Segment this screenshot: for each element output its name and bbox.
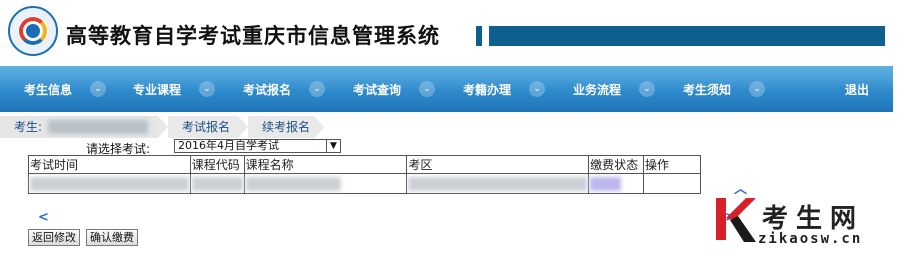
watermark-k-logo-icon bbox=[716, 198, 756, 242]
nav-item-process[interactable]: 业务流程 bbox=[573, 81, 621, 98]
nav-item-student-info[interactable]: 考生信息 bbox=[24, 81, 72, 98]
scroll-left-icon[interactable]: < bbox=[38, 210, 49, 225]
header-accent-bar bbox=[489, 26, 885, 46]
chevron-down-icon[interactable]: ⌄ bbox=[419, 81, 435, 97]
exam-select[interactable]: 2016年4月自学考试 ▼ bbox=[174, 139, 341, 153]
nav-item-registration[interactable]: 考试报名 bbox=[243, 81, 291, 98]
chevron-down-icon[interactable]: ⌄ bbox=[529, 81, 545, 97]
nav-item-query[interactable]: 考试查询 bbox=[353, 81, 401, 98]
back-edit-button[interactable]: 返回修改 bbox=[28, 229, 80, 246]
horizontal-scrollbar[interactable]: < > bbox=[28, 210, 736, 225]
logo bbox=[8, 6, 58, 56]
chevron-down-icon[interactable]: ⌄ bbox=[639, 81, 655, 97]
column-header: 考试时间 bbox=[28, 155, 191, 174]
chevron-down-icon[interactable]: ▼ bbox=[326, 140, 340, 152]
confirm-payment-button[interactable]: 确认缴费 bbox=[86, 229, 138, 246]
redacted-status-cell bbox=[588, 173, 645, 194]
chevron-down-icon[interactable]: ⌄ bbox=[749, 81, 765, 97]
table-row bbox=[28, 173, 701, 194]
redacted-cell bbox=[189, 173, 245, 194]
nav-item-courses[interactable]: 专业课程 bbox=[133, 81, 181, 98]
table-header-row: 考试时间 课程代码 课程名称 考区 缴费状态 操作 bbox=[28, 155, 701, 174]
redacted-username bbox=[48, 120, 148, 134]
action-cell[interactable] bbox=[643, 173, 701, 194]
redacted-cell bbox=[28, 173, 191, 194]
scroll-up-icon[interactable]: ︿ bbox=[734, 178, 747, 197]
breadcrumb: 考生: 考试报名 续考报名 bbox=[0, 116, 898, 138]
column-header: 考区 bbox=[406, 155, 590, 174]
page-title: 高等教育自学考试重庆市信息管理系统 bbox=[66, 24, 440, 48]
redacted-cell bbox=[243, 173, 408, 194]
breadcrumb-item-registration[interactable]: 考试报名 bbox=[168, 116, 248, 138]
column-header: 课程代码 bbox=[189, 155, 245, 174]
watermark-url: zikaosw.cn bbox=[758, 231, 863, 247]
logo-center-icon bbox=[26, 24, 40, 38]
chevron-down-icon[interactable]: ⌄ bbox=[309, 81, 325, 97]
header: 高等教育自学考试重庆市信息管理系统 bbox=[0, 0, 898, 66]
header-accent-small bbox=[476, 26, 482, 46]
redacted-cell bbox=[406, 173, 590, 194]
exam-table: 考试时间 课程代码 课程名称 考区 缴费状态 操作 bbox=[28, 155, 701, 194]
breadcrumb-item-continue[interactable]: 续考报名 bbox=[248, 116, 324, 138]
column-header: 缴费状态 bbox=[588, 155, 645, 174]
column-header: 课程名称 bbox=[243, 155, 408, 174]
chevron-down-icon[interactable]: ⌄ bbox=[90, 81, 106, 97]
main-nav: 考生信息 ⌄ 专业课程 ⌄ 考试报名 ⌄ 考试查询 ⌄ 考籍办理 ⌄ 业务流程 … bbox=[0, 66, 893, 112]
nav-item-records[interactable]: 考籍办理 bbox=[463, 81, 511, 98]
exam-select-value: 2016年4月自学考试 bbox=[178, 139, 279, 152]
breadcrumb-user-label: 考生: bbox=[14, 120, 43, 134]
chevron-down-icon[interactable]: ⌄ bbox=[199, 81, 215, 97]
column-header: 操作 bbox=[643, 155, 701, 174]
breadcrumb-user: 考生: bbox=[0, 116, 168, 138]
logout-link[interactable]: 退出 bbox=[845, 81, 869, 98]
watermark-title: 考生网 bbox=[762, 204, 865, 234]
nav-item-notice[interactable]: 考生须知 bbox=[683, 81, 731, 98]
